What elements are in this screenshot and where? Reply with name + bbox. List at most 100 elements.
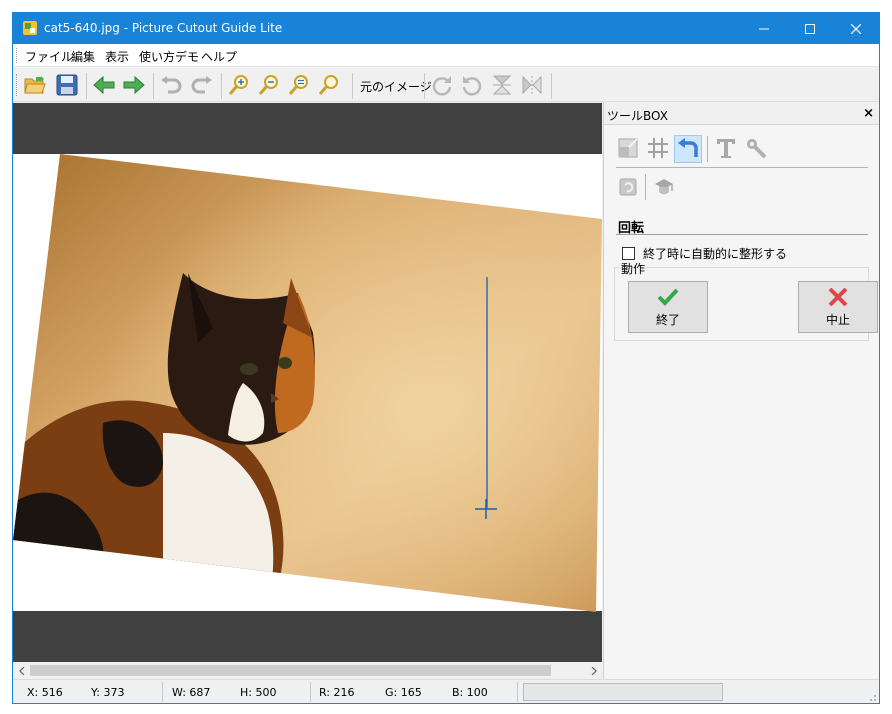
toolbar-grip[interactable] xyxy=(16,74,19,96)
menu-help[interactable]: ヘルプ xyxy=(201,48,237,65)
auto-trim-label[interactable]: 終了時に自動的に整形する xyxy=(643,245,787,262)
status-y: Y: 373 xyxy=(91,686,125,699)
toolbar-separator xyxy=(424,73,425,99)
window-title: cat5-640.jpg - Picture Cutout Guide Lite xyxy=(44,21,283,35)
scroll-thumb[interactable] xyxy=(30,665,551,676)
menu-edit[interactable]: 編集 xyxy=(71,48,95,65)
flip-horizontal-button[interactable] xyxy=(519,73,545,99)
finish-button[interactable]: 終了 xyxy=(628,281,708,333)
toolbar-separator xyxy=(153,73,154,99)
rotate-right-icon xyxy=(431,74,453,99)
back-arrow-icon xyxy=(93,75,115,98)
back-button[interactable] xyxy=(91,73,117,99)
menu-demo[interactable]: 使い方デモ xyxy=(139,48,199,65)
zoom-actual-button[interactable] xyxy=(316,73,342,99)
zoom-in-button[interactable] xyxy=(226,73,252,99)
menu-bar: ファイル 編集 表示 使い方デモ ヘルプ xyxy=(13,44,879,67)
grid-tool-button[interactable] xyxy=(644,135,672,163)
grid-tool-icon xyxy=(647,137,669,162)
app-window: cat5-640.jpg - Picture Cutout Guide Lite… xyxy=(12,12,880,704)
toolbar-separator xyxy=(221,73,222,99)
toolbar-separator xyxy=(352,73,353,99)
toolbar: 元のイメージ xyxy=(13,68,879,102)
resize-grip-icon[interactable] xyxy=(867,691,877,701)
status-x: X: 516 xyxy=(27,686,63,699)
open-button[interactable] xyxy=(22,73,48,99)
toolbox-title: ツールBOX xyxy=(607,109,668,123)
rotate-left-button[interactable] xyxy=(459,73,485,99)
x-mark-icon xyxy=(828,287,848,309)
toolbar-separator xyxy=(551,73,552,99)
status-separator xyxy=(310,682,311,702)
redo-icon xyxy=(191,75,213,98)
text-tool-button[interactable] xyxy=(712,135,740,163)
status-progress-bar xyxy=(523,683,723,701)
wrench-tool-button[interactable] xyxy=(742,135,770,163)
zoom-in-icon xyxy=(228,74,250,99)
status-green: G: 165 xyxy=(385,686,422,699)
section-divider xyxy=(616,234,868,235)
maximize-icon xyxy=(805,23,815,34)
restore-button[interactable] xyxy=(614,173,642,201)
status-height: H: 500 xyxy=(240,686,277,699)
crop-tool-button[interactable] xyxy=(614,135,642,163)
scroll-right-button[interactable] xyxy=(585,662,602,679)
maximize-button[interactable] xyxy=(787,13,833,44)
redo-button[interactable] xyxy=(189,73,215,99)
image-canvas[interactable] xyxy=(13,103,602,662)
restore-icon xyxy=(617,175,639,200)
original-image-button[interactable]: 元のイメージ xyxy=(360,78,432,95)
toolbox-close-button[interactable]: × xyxy=(863,106,874,121)
forward-button[interactable] xyxy=(121,73,147,99)
toolbox-panel: ツールBOX × 回転 終了時に自動的に整形する 動作 終了 中止 xyxy=(603,103,879,679)
flip-vertical-icon xyxy=(491,74,513,99)
flip-horizontal-icon xyxy=(521,74,543,99)
zoom-fit-button[interactable] xyxy=(286,73,312,99)
rotate-tool-button[interactable] xyxy=(674,135,702,163)
save-icon xyxy=(56,74,78,99)
rotate-tool-icon xyxy=(677,137,699,162)
zoom-out-button[interactable] xyxy=(256,73,282,99)
wrench-tool-icon xyxy=(745,137,767,162)
close-button[interactable] xyxy=(833,13,879,44)
action-group-label: 動作 xyxy=(620,260,647,277)
chevron-right-icon xyxy=(591,664,597,678)
finish-label: 終了 xyxy=(655,313,680,327)
status-separator xyxy=(517,682,518,702)
undo-icon xyxy=(160,75,182,98)
photo-image[interactable] xyxy=(13,103,602,662)
forward-arrow-icon xyxy=(123,75,145,98)
status-blue: B: 100 xyxy=(452,686,488,699)
status-red: R: 216 xyxy=(319,686,355,699)
stamp-button[interactable] xyxy=(650,173,678,201)
chevron-left-icon xyxy=(18,664,25,678)
menu-view[interactable]: 表示 xyxy=(105,48,129,65)
zoom-actual-icon xyxy=(318,74,340,99)
toolbar-separator xyxy=(86,73,87,99)
save-button[interactable] xyxy=(54,73,80,99)
tool-separator xyxy=(645,174,646,200)
minimize-icon xyxy=(759,24,769,34)
rotate-left-icon xyxy=(461,74,483,99)
status-separator xyxy=(162,682,163,702)
menu-file[interactable]: ファイル xyxy=(25,48,73,65)
auto-trim-checkbox[interactable] xyxy=(622,247,635,260)
menu-grip[interactable] xyxy=(16,48,19,63)
zoom-out-icon xyxy=(258,74,280,99)
minimize-button[interactable] xyxy=(741,13,787,44)
app-icon xyxy=(22,20,38,36)
close-icon xyxy=(851,23,861,34)
open-folder-icon xyxy=(24,75,46,98)
status-width: W: 687 xyxy=(172,686,211,699)
cancel-label: 中止 xyxy=(825,313,850,327)
tool-separator xyxy=(707,136,708,162)
title-bar[interactable]: cat5-640.jpg - Picture Cutout Guide Lite xyxy=(13,13,879,44)
horizontal-scrollbar[interactable] xyxy=(13,662,602,679)
cancel-button[interactable]: 中止 xyxy=(798,281,878,333)
crop-tool-icon xyxy=(617,137,639,162)
zoom-fit-icon xyxy=(288,74,310,99)
undo-button[interactable] xyxy=(158,73,184,99)
scroll-left-button[interactable] xyxy=(13,662,30,679)
flip-vertical-button[interactable] xyxy=(489,73,515,99)
rotate-right-button[interactable] xyxy=(429,73,455,99)
